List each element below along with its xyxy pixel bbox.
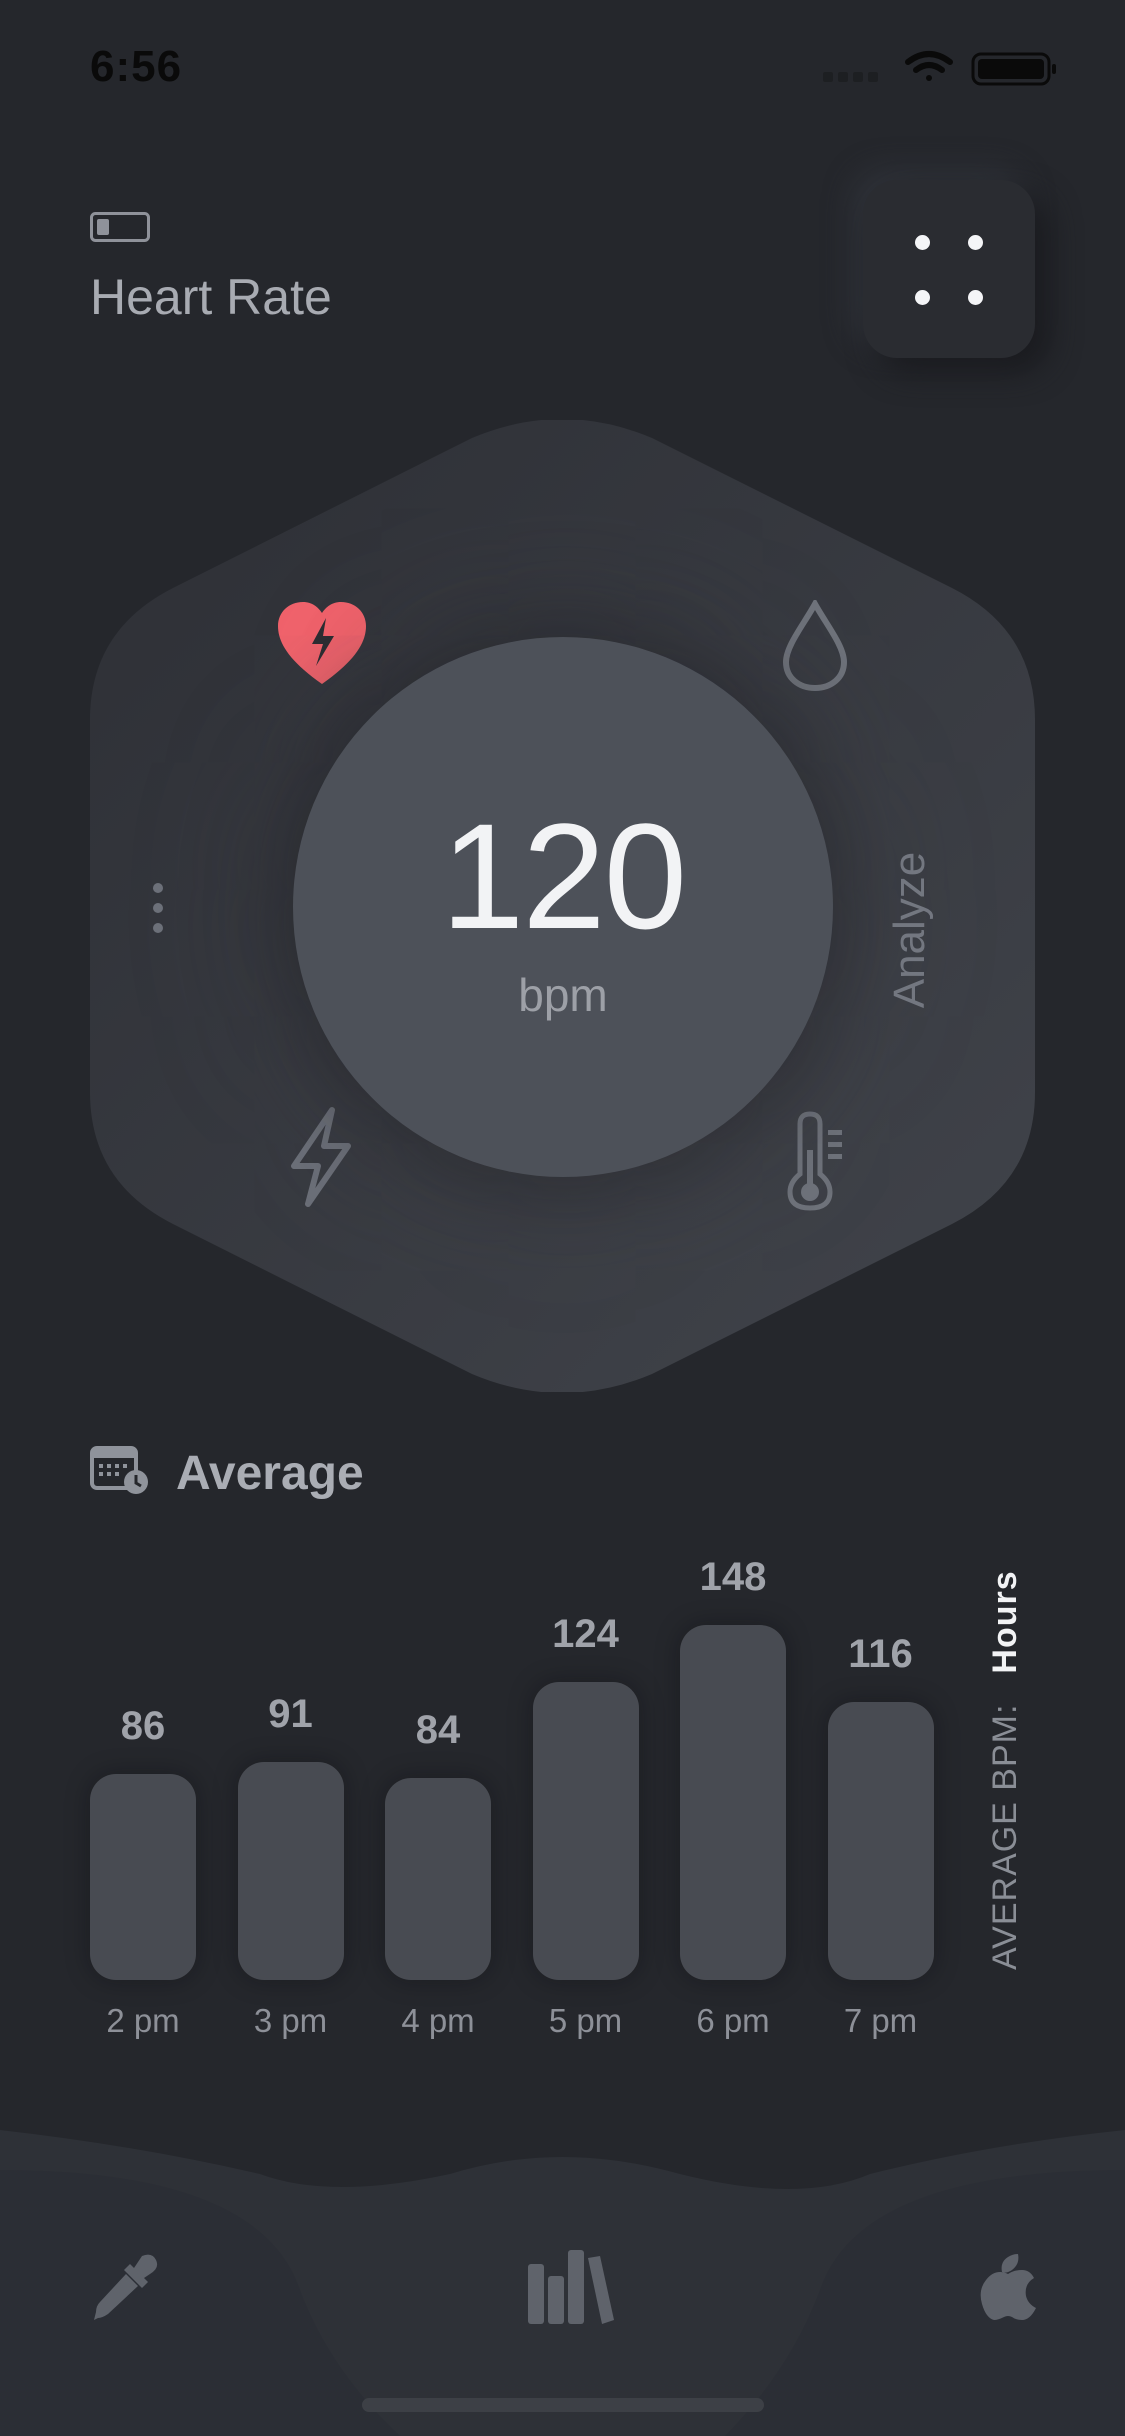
signal-icon	[823, 72, 878, 82]
bar-category-label: 3 pm	[253, 2002, 328, 2039]
analyze-button[interactable]: Analyze	[885, 820, 935, 1040]
eyedropper-icon[interactable]	[90, 2252, 160, 2322]
bar-category-label: 5 pm	[548, 2002, 623, 2039]
bar-category-label: 7 pm	[843, 2002, 918, 2039]
average-bpm-chart: 86 2 pm 91 3 pm 84 4 pm 124 5 pm 148 6 pm 116 7 pm	[0, 1540, 1125, 2060]
chart-bar[interactable]	[680, 1625, 786, 1980]
average-title: Average	[176, 1447, 364, 1500]
water-drop-icon[interactable]	[782, 600, 848, 692]
dot	[915, 290, 930, 305]
battery-icon	[90, 212, 150, 242]
bar-category-label: 4 pm	[401, 2002, 475, 2039]
status-time: 6:56	[90, 42, 183, 91]
library-icon[interactable]	[528, 2248, 614, 2324]
bar-value-label: 91	[268, 1692, 313, 1736]
bpm-value: 120	[440, 792, 687, 960]
bar-category-label: 2 pm	[106, 2002, 180, 2039]
bar-value-label: 86	[120, 1704, 166, 1748]
chart-bar[interactable]	[90, 1774, 196, 1980]
bar-value-label: 84	[415, 1708, 461, 1752]
calendar-clock-icon	[90, 1446, 148, 1494]
dot	[968, 290, 983, 305]
battery-status-icon	[971, 52, 1056, 86]
grid-menu-button[interactable]	[863, 180, 1035, 358]
apple-icon[interactable]	[980, 2252, 1036, 2320]
page-title: Heart Rate	[90, 269, 332, 325]
wifi-icon	[905, 51, 953, 81]
heart-bolt-icon[interactable]	[276, 600, 368, 686]
chart-bar[interactable]	[385, 1778, 491, 1980]
bar-category-label: 6 pm	[696, 2002, 770, 2039]
thermometer-icon[interactable]	[784, 1110, 848, 1212]
chart-bar[interactable]	[532, 1682, 639, 1980]
bpm-unit: bpm	[518, 969, 608, 1021]
dot	[968, 235, 983, 250]
lightning-icon[interactable]	[286, 1106, 356, 1208]
dot	[915, 235, 930, 250]
bar-value-label: 148	[699, 1555, 767, 1599]
bar-value-label: 124	[552, 1612, 619, 1656]
more-vertical-icon[interactable]	[150, 880, 166, 936]
status-icons	[823, 51, 1056, 86]
home-indicator[interactable]	[362, 2398, 764, 2412]
axis-label: AVERAGE BPM: Hours	[986, 1570, 1025, 1970]
period-toggle[interactable]: Hours	[986, 1570, 1024, 1673]
axis-label-text: AVERAGE BPM:	[986, 1703, 1024, 1970]
bar-value-label: 116	[848, 1632, 913, 1676]
chart-bar[interactable]	[237, 1762, 344, 1980]
chart-bar[interactable]	[827, 1702, 934, 1980]
